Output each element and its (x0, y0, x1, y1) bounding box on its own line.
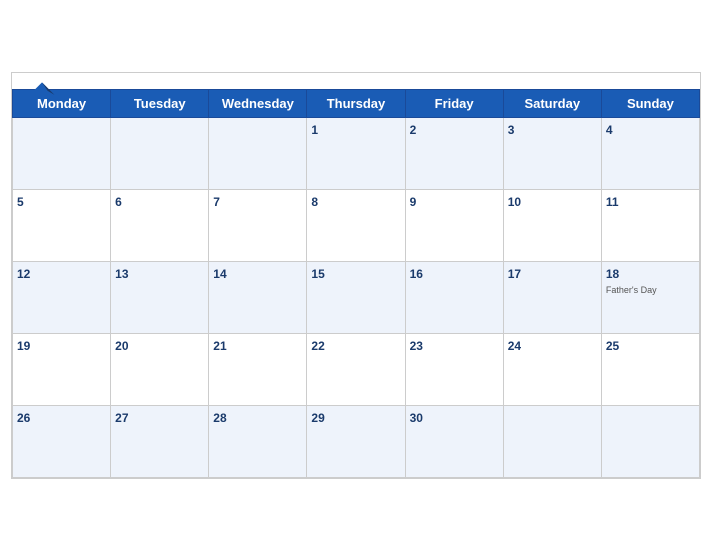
day-number: 16 (410, 267, 423, 281)
day-cell: 10 (503, 189, 601, 261)
day-number: 11 (606, 195, 619, 209)
day-cell: 5 (13, 189, 111, 261)
day-number: 1 (311, 123, 318, 137)
day-cell: 28 (209, 405, 307, 477)
day-cell: 23 (405, 333, 503, 405)
day-number: 25 (606, 339, 619, 353)
week-row-1: 1 2 3 4 (13, 117, 700, 189)
calendar-container: Monday Tuesday Wednesday Thursday Friday… (11, 72, 701, 479)
day-cell: 27 (111, 405, 209, 477)
day-number: 10 (508, 195, 521, 209)
weekday-header-row: Monday Tuesday Wednesday Thursday Friday… (13, 89, 700, 117)
calendar-table: Monday Tuesday Wednesday Thursday Friday… (12, 89, 700, 478)
day-number: 12 (17, 267, 30, 281)
day-cell: 4 (601, 117, 699, 189)
day-cell: 26 (13, 405, 111, 477)
day-number: 29 (311, 411, 324, 425)
day-cell: 2 (405, 117, 503, 189)
week-row-4: 19 20 21 22 23 24 25 (13, 333, 700, 405)
day-number: 28 (213, 411, 226, 425)
day-cell (601, 405, 699, 477)
day-cell: 21 (209, 333, 307, 405)
week-row-2: 5 6 7 8 9 10 11 (13, 189, 700, 261)
day-cell: 30 (405, 405, 503, 477)
day-cell: 6 (111, 189, 209, 261)
day-cell: 16 (405, 261, 503, 333)
day-cell: 19 (13, 333, 111, 405)
day-number: 15 (311, 267, 324, 281)
week-row-3: 12 13 14 15 16 17 18 Father's Day (13, 261, 700, 333)
day-number: 24 (508, 339, 521, 353)
day-number: 6 (115, 195, 122, 209)
day-number: 23 (410, 339, 423, 353)
day-cell: 24 (503, 333, 601, 405)
day-number: 19 (17, 339, 30, 353)
day-cell: 13 (111, 261, 209, 333)
day-cell: 7 (209, 189, 307, 261)
day-cell: 22 (307, 333, 405, 405)
day-cell: 11 (601, 189, 699, 261)
day-number: 13 (115, 267, 128, 281)
day-cell (13, 117, 111, 189)
header-sunday: Sunday (601, 89, 699, 117)
day-number: 3 (508, 123, 515, 137)
header-saturday: Saturday (503, 89, 601, 117)
header-tuesday: Tuesday (111, 89, 209, 117)
day-cell: 8 (307, 189, 405, 261)
day-number: 5 (17, 195, 24, 209)
day-cell: 17 (503, 261, 601, 333)
day-cell: 25 (601, 333, 699, 405)
day-number: 18 (606, 267, 619, 281)
day-number: 27 (115, 411, 128, 425)
header-friday: Friday (405, 89, 503, 117)
day-cell (209, 117, 307, 189)
day-number: 2 (410, 123, 417, 137)
day-cell (111, 117, 209, 189)
day-number: 8 (311, 195, 318, 209)
day-cell: 9 (405, 189, 503, 261)
calendar-header (12, 73, 700, 89)
day-cell: 3 (503, 117, 601, 189)
day-number: 20 (115, 339, 128, 353)
day-number: 7 (213, 195, 220, 209)
day-cell: 12 (13, 261, 111, 333)
day-number: 26 (17, 411, 30, 425)
day-cell: 29 (307, 405, 405, 477)
day-number: 4 (606, 123, 613, 137)
week-row-5: 26 27 28 29 30 (13, 405, 700, 477)
day-cell: 1 (307, 117, 405, 189)
event-label: Father's Day (606, 285, 695, 296)
header-wednesday: Wednesday (209, 89, 307, 117)
day-number: 22 (311, 339, 324, 353)
day-cell (503, 405, 601, 477)
day-number: 14 (213, 267, 226, 281)
day-cell: 14 (209, 261, 307, 333)
day-number: 17 (508, 267, 521, 281)
day-cell: 18 Father's Day (601, 261, 699, 333)
day-number: 9 (410, 195, 417, 209)
day-cell: 15 (307, 261, 405, 333)
day-number: 30 (410, 411, 423, 425)
header-thursday: Thursday (307, 89, 405, 117)
day-number: 21 (213, 339, 226, 353)
day-cell: 20 (111, 333, 209, 405)
logo-bird-icon (28, 81, 56, 99)
logo (28, 81, 56, 99)
